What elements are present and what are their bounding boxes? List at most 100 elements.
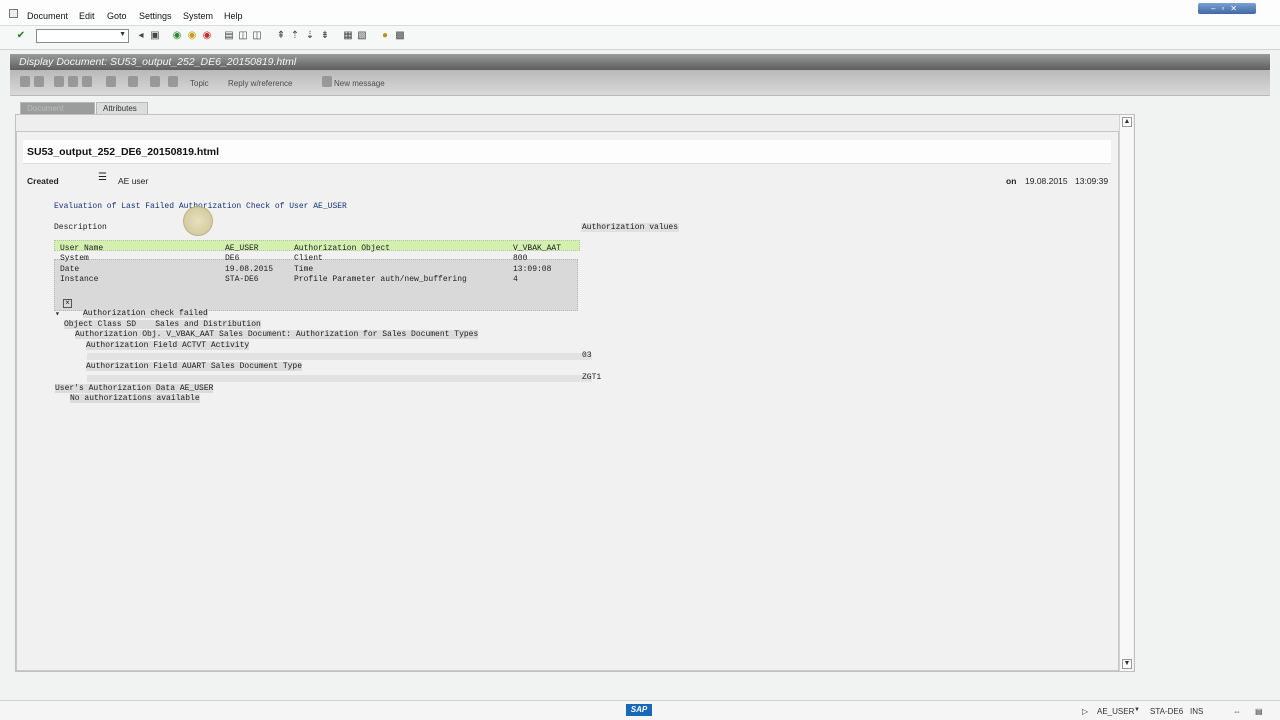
chevron-down-icon[interactable]: ▼ <box>1134 707 1140 713</box>
object-class-node[interactable]: Object Class SD Sales and Distribution <box>64 320 261 329</box>
grid-label: Date <box>60 265 80 274</box>
last-page-icon[interactable]: ⇟ <box>320 31 330 41</box>
status-system: STA-DE6 <box>1150 707 1184 716</box>
tool-icon[interactable] <box>82 76 92 87</box>
grid-value: DE6 <box>225 254 240 263</box>
application-toolbar: Topic Reply w/reference New message <box>10 70 1270 96</box>
back-icon[interactable]: ◉ <box>172 31 182 41</box>
command-field[interactable]: ▼ <box>36 29 129 43</box>
status-icon: × <box>63 299 72 308</box>
check-failed-node: Authorization check failed <box>83 309 208 318</box>
grid-label: Time <box>294 265 314 274</box>
menu-system[interactable]: System <box>183 11 213 21</box>
created-time: 13:09:39 <box>1075 176 1109 186</box>
document-header: SU53_output_252_DE6_20150819.html <box>23 140 1111 164</box>
exit-icon[interactable]: ◉ <box>187 31 197 41</box>
vertical-scrollbar[interactable]: ▲ ▼ <box>1119 115 1133 671</box>
reply-with-reference-button[interactable]: Reply w/reference <box>228 79 292 88</box>
grid-label: Profile Parameter auth/new_buffering <box>294 275 467 284</box>
created-label: Created <box>27 176 59 186</box>
created-date: 19.08.2015 <box>1025 176 1068 186</box>
menu-settings[interactable]: Settings <box>139 11 172 21</box>
grid-label: Client <box>294 254 323 263</box>
command-input[interactable] <box>37 30 117 42</box>
field-auart-node[interactable]: Authorization Field AUART Sales Document… <box>86 362 303 371</box>
auart-value: ZGT1 <box>582 373 602 382</box>
grid-value: AE_USER <box>225 244 259 253</box>
grid-value: STA-DE6 <box>225 275 259 284</box>
next-page-icon[interactable]: ⇣ <box>305 31 315 41</box>
back-arrow-icon[interactable]: ◂ <box>136 31 146 41</box>
print-icon[interactable]: ▤ <box>224 31 234 41</box>
collapse-icon[interactable]: ▾ <box>55 309 60 319</box>
description-header: Description <box>54 223 107 232</box>
grid-value: 19.08.2015 <box>225 265 274 274</box>
shortcut-icon[interactable]: ▧ <box>357 31 367 41</box>
created-by: AE user <box>118 176 149 186</box>
prev-page-icon[interactable]: ⇡ <box>290 31 300 41</box>
menu-document[interactable]: Document <box>27 11 68 21</box>
actvt-value: 03 <box>582 351 592 360</box>
tool-icon[interactable] <box>128 76 138 87</box>
new-message-button[interactable]: New message <box>334 79 385 88</box>
help-icon[interactable]: ● <box>380 31 390 41</box>
new-session-icon[interactable]: ▦ <box>343 31 353 41</box>
tool-icon[interactable] <box>34 76 44 87</box>
screen-title: Display Document: SU53_output_252_DE6_20… <box>10 54 1270 70</box>
menu-goto[interactable]: Goto <box>107 11 127 21</box>
grid-value: 4 <box>513 275 518 284</box>
actvt-value-bar <box>87 353 592 360</box>
layout-icon[interactable]: ▩ <box>395 31 405 41</box>
document-filename: SU53_output_252_DE6_20150819.html <box>27 146 220 158</box>
auart-value-bar <box>87 375 592 382</box>
grid-value: 800 <box>513 254 528 263</box>
window-controls[interactable]: –▫✕ <box>1198 3 1256 14</box>
tool-icon[interactable] <box>68 76 78 87</box>
find-icon[interactable]: ◫ <box>238 31 248 41</box>
grid-value: V_VBAK_AAT <box>513 244 562 253</box>
user-auth-data-node[interactable]: User's Authorization Data AE_USER <box>55 384 214 393</box>
chevron-down-icon[interactable]: ▼ <box>119 31 126 38</box>
tab-document[interactable]: Document <box>20 102 95 114</box>
grid-value: 13:09:08 <box>513 265 552 274</box>
on-label: on <box>1006 176 1017 186</box>
grid-label: Authorization Object <box>294 244 391 253</box>
first-page-icon[interactable]: ⇞ <box>276 31 286 41</box>
user-icon: ☰ <box>98 172 107 183</box>
field-actvt-node[interactable]: Authorization Field ACTVT Activity <box>86 341 250 350</box>
menu-help[interactable]: Help <box>224 11 243 21</box>
menu-bar: Document Edit Goto Settings System Help … <box>0 0 1280 26</box>
cancel-icon[interactable]: ◉ <box>202 31 212 41</box>
sap-logo: SAP <box>626 704 652 716</box>
status-icon[interactable]: ⇔ <box>1233 707 1241 716</box>
grid-label: System <box>60 254 89 263</box>
tool-icon[interactable] <box>150 76 160 87</box>
tool-icon[interactable] <box>20 76 30 87</box>
menu-edit[interactable]: Edit <box>79 11 95 21</box>
authorization-object-node[interactable]: Authorization Obj. V_VBAK_AAT Sales Docu… <box>75 330 479 339</box>
status-user: AE_USER <box>1097 707 1135 716</box>
save-icon[interactable]: ▣ <box>150 31 160 41</box>
scroll-down-icon[interactable]: ▼ <box>1122 659 1132 669</box>
status-mode[interactable]: INS <box>1190 707 1203 716</box>
enter-icon[interactable]: ✔ <box>16 31 26 41</box>
new-message-icon <box>322 76 332 87</box>
tool-icon[interactable] <box>106 76 116 87</box>
status-bar: SAP ▷ AE_USER ▼ STA-DE6 INS ⇔ ▤ <box>0 700 1280 720</box>
no-authorizations-text: No authorizations available <box>70 394 200 403</box>
authorization-values-header: Authorization values <box>581 223 680 232</box>
mouse-cursor-highlight <box>183 206 213 236</box>
document-viewer: ▲ ▼ SU53_output_252_DE6_20150819.html Cr… <box>15 114 1135 672</box>
topic-button[interactable]: Topic <box>190 79 209 88</box>
scroll-up-icon[interactable]: ▲ <box>1122 117 1132 127</box>
tool-icon[interactable] <box>54 76 64 87</box>
play-icon[interactable]: ▷ <box>1082 707 1088 716</box>
status-icon[interactable]: ▤ <box>1255 707 1263 716</box>
find-next-icon[interactable]: ◫ <box>252 31 262 41</box>
system-menu-icon[interactable] <box>9 9 18 18</box>
grid-label: Instance <box>60 275 99 284</box>
tab-attributes[interactable]: Attributes <box>96 102 148 114</box>
authorization-grid <box>54 259 578 311</box>
tool-icon[interactable] <box>168 76 178 87</box>
grid-label: User Name <box>60 244 104 253</box>
